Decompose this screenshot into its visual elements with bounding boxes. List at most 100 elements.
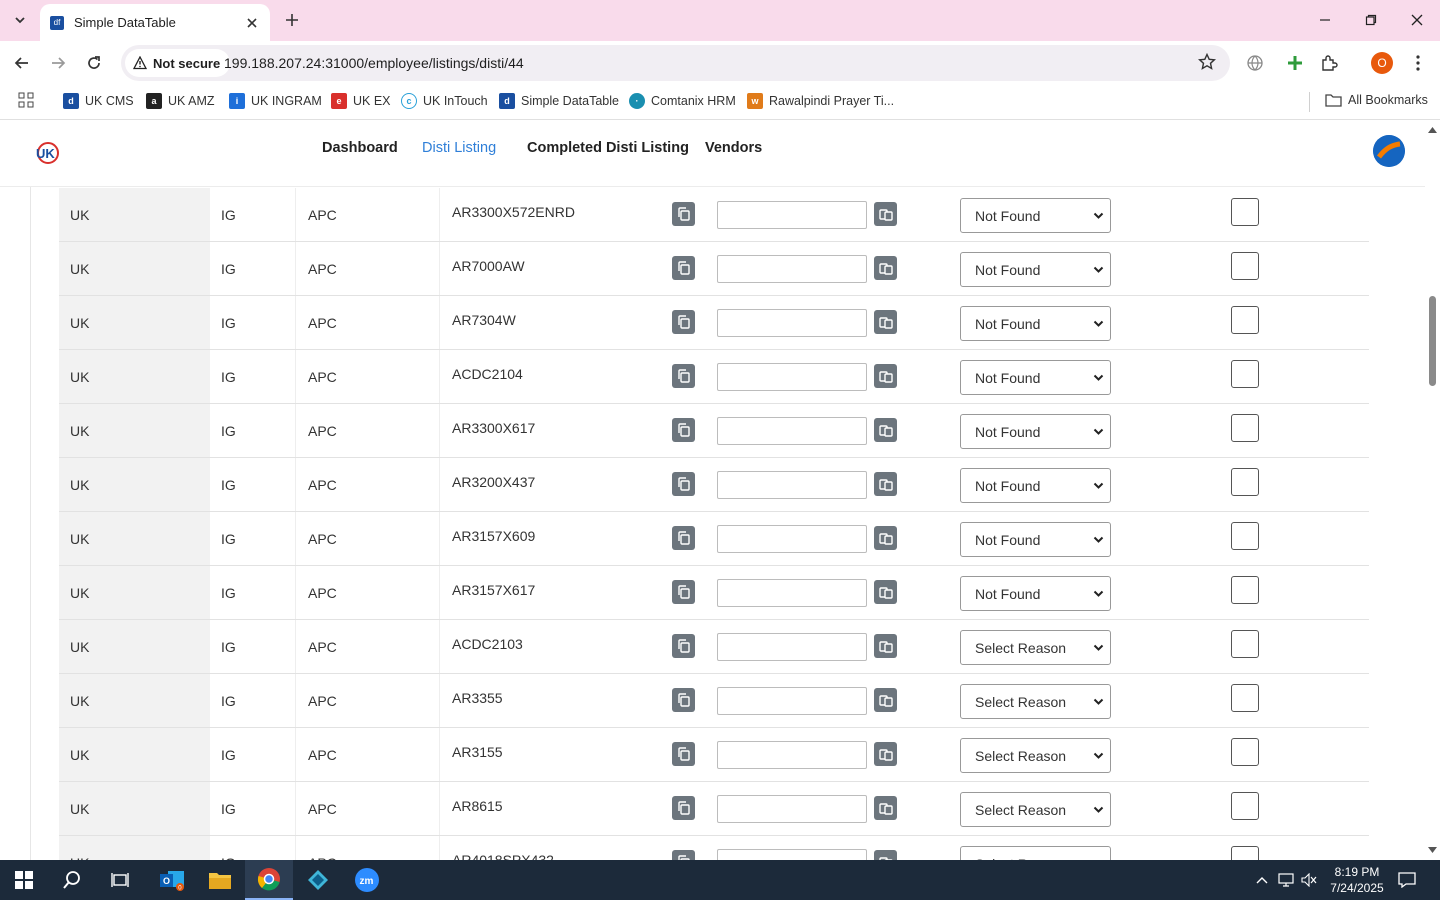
reason-select[interactable]: Not Found bbox=[960, 522, 1111, 557]
listing-input[interactable] bbox=[717, 633, 867, 661]
bookmark-uk-intouch[interactable]: c UK InTouch bbox=[401, 93, 488, 109]
paste-button[interactable] bbox=[874, 742, 897, 766]
extension-green-button[interactable] bbox=[1283, 51, 1307, 75]
copy-part-button[interactable] bbox=[672, 472, 695, 496]
row-checkbox[interactable] bbox=[1231, 738, 1259, 766]
listing-input[interactable] bbox=[717, 255, 867, 283]
reason-select[interactable]: Not Found bbox=[960, 360, 1111, 395]
back-button[interactable] bbox=[7, 48, 37, 78]
reason-select[interactable]: Select Reason bbox=[960, 684, 1111, 719]
paste-button[interactable] bbox=[874, 634, 897, 658]
listing-input[interactable] bbox=[717, 417, 867, 445]
bookmark-uk-cms[interactable]: d UK CMS bbox=[63, 93, 134, 109]
tray-overflow-button[interactable] bbox=[1253, 871, 1271, 889]
minimize-button[interactable] bbox=[1302, 0, 1348, 40]
paste-button[interactable] bbox=[874, 688, 897, 712]
taskbar-app-blue[interactable] bbox=[294, 860, 342, 900]
listing-input[interactable] bbox=[717, 741, 867, 769]
browser-menu-button[interactable] bbox=[1406, 51, 1430, 75]
copy-part-button[interactable] bbox=[672, 418, 695, 442]
reason-select[interactable]: Select Reason bbox=[960, 738, 1111, 773]
listing-input[interactable] bbox=[717, 201, 867, 229]
url-text[interactable]: 199.188.207.24:31000/employee/listings/d… bbox=[224, 55, 524, 71]
volume-button[interactable] bbox=[1300, 871, 1318, 889]
taskbar-clock[interactable]: 8:19 PM 7/24/2025 bbox=[1322, 864, 1392, 896]
reason-select[interactable]: Select Reason bbox=[960, 792, 1111, 827]
notification-center-button[interactable] bbox=[1398, 871, 1416, 889]
taskbar-search-button[interactable] bbox=[48, 860, 96, 900]
extensions-button[interactable] bbox=[1317, 51, 1341, 75]
taskbar-outlook[interactable]: O0 bbox=[148, 860, 196, 900]
listing-input[interactable] bbox=[717, 687, 867, 715]
copy-part-button[interactable] bbox=[672, 580, 695, 604]
copy-part-button[interactable] bbox=[672, 688, 695, 712]
page-scrollbar[interactable] bbox=[1425, 121, 1440, 860]
taskbar-zoom[interactable]: zm bbox=[343, 860, 391, 900]
restore-button[interactable] bbox=[1348, 0, 1394, 40]
translate-button[interactable] bbox=[1243, 51, 1267, 75]
reason-select[interactable]: Not Found bbox=[960, 198, 1111, 233]
new-tab-button[interactable] bbox=[280, 8, 304, 32]
tab-search-button[interactable] bbox=[6, 7, 34, 33]
apps-button[interactable] bbox=[18, 92, 34, 108]
network-status-button[interactable] bbox=[1277, 871, 1295, 889]
row-checkbox[interactable] bbox=[1231, 306, 1259, 334]
site-info-button[interactable]: Not secure bbox=[125, 49, 231, 77]
bookmark-comtanix-hrm[interactable]: · Comtanix HRM bbox=[629, 93, 736, 109]
all-bookmarks-button[interactable]: All Bookmarks bbox=[1325, 93, 1428, 107]
reason-select[interactable]: Not Found bbox=[960, 306, 1111, 341]
row-checkbox[interactable] bbox=[1231, 252, 1259, 280]
paste-button[interactable] bbox=[874, 310, 897, 334]
row-checkbox[interactable] bbox=[1231, 522, 1259, 550]
start-button[interactable] bbox=[0, 860, 48, 900]
bookmark-star-button[interactable] bbox=[1197, 52, 1217, 74]
copy-part-button[interactable] bbox=[672, 796, 695, 820]
row-checkbox[interactable] bbox=[1231, 630, 1259, 658]
copy-part-button[interactable] bbox=[672, 364, 695, 388]
listing-input[interactable] bbox=[717, 579, 867, 607]
taskbar-chrome[interactable] bbox=[245, 860, 293, 900]
address-bar[interactable]: Not secure 199.188.207.24:31000/employee… bbox=[121, 45, 1230, 81]
paste-button[interactable] bbox=[874, 526, 897, 550]
paste-button[interactable] bbox=[874, 364, 897, 388]
listing-input[interactable] bbox=[717, 525, 867, 553]
copy-part-button[interactable] bbox=[672, 256, 695, 280]
copy-part-button[interactable] bbox=[672, 634, 695, 658]
row-checkbox[interactable] bbox=[1231, 360, 1259, 388]
user-avatar[interactable] bbox=[1373, 135, 1405, 167]
listing-input[interactable] bbox=[717, 471, 867, 499]
row-checkbox[interactable] bbox=[1231, 684, 1259, 712]
taskbar-file-explorer[interactable] bbox=[196, 860, 244, 900]
listing-input[interactable] bbox=[717, 849, 867, 860]
reason-select[interactable]: Select Reason bbox=[960, 630, 1111, 665]
copy-part-button[interactable] bbox=[672, 526, 695, 550]
paste-button[interactable] bbox=[874, 418, 897, 442]
reason-select[interactable]: Not Found bbox=[960, 576, 1111, 611]
row-checkbox[interactable] bbox=[1231, 198, 1259, 226]
row-checkbox[interactable] bbox=[1231, 792, 1259, 820]
nav-vendors[interactable]: Vendors bbox=[705, 140, 762, 156]
browser-tab-active[interactable]: df Simple DataTable bbox=[40, 4, 270, 41]
nav-completed-disti-listing[interactable]: Completed Disti Listing bbox=[527, 140, 689, 156]
listing-input[interactable] bbox=[717, 363, 867, 391]
paste-button[interactable] bbox=[874, 202, 897, 226]
paste-button[interactable] bbox=[874, 580, 897, 604]
paste-button[interactable] bbox=[874, 472, 897, 496]
profile-avatar-button[interactable]: O bbox=[1371, 52, 1393, 74]
row-checkbox[interactable] bbox=[1231, 576, 1259, 604]
row-checkbox[interactable] bbox=[1231, 468, 1259, 496]
bookmark-uk-amz[interactable]: a UK AMZ bbox=[146, 93, 215, 109]
row-checkbox[interactable] bbox=[1231, 846, 1259, 860]
listing-input[interactable] bbox=[717, 795, 867, 823]
copy-part-button[interactable] bbox=[672, 742, 695, 766]
reason-select[interactable]: Select Reason bbox=[960, 846, 1111, 860]
nav-dashboard[interactable]: Dashboard bbox=[322, 140, 398, 156]
tab-close-button[interactable] bbox=[244, 15, 260, 31]
paste-button[interactable] bbox=[874, 850, 897, 860]
bookmark-simple-datatable[interactable]: d Simple DataTable bbox=[499, 93, 619, 109]
close-window-button[interactable] bbox=[1394, 0, 1440, 40]
listing-input[interactable] bbox=[717, 309, 867, 337]
reason-select[interactable]: Not Found bbox=[960, 414, 1111, 449]
copy-part-button[interactable] bbox=[672, 202, 695, 226]
bookmark-uk-ex[interactable]: e UK EX bbox=[331, 93, 391, 109]
